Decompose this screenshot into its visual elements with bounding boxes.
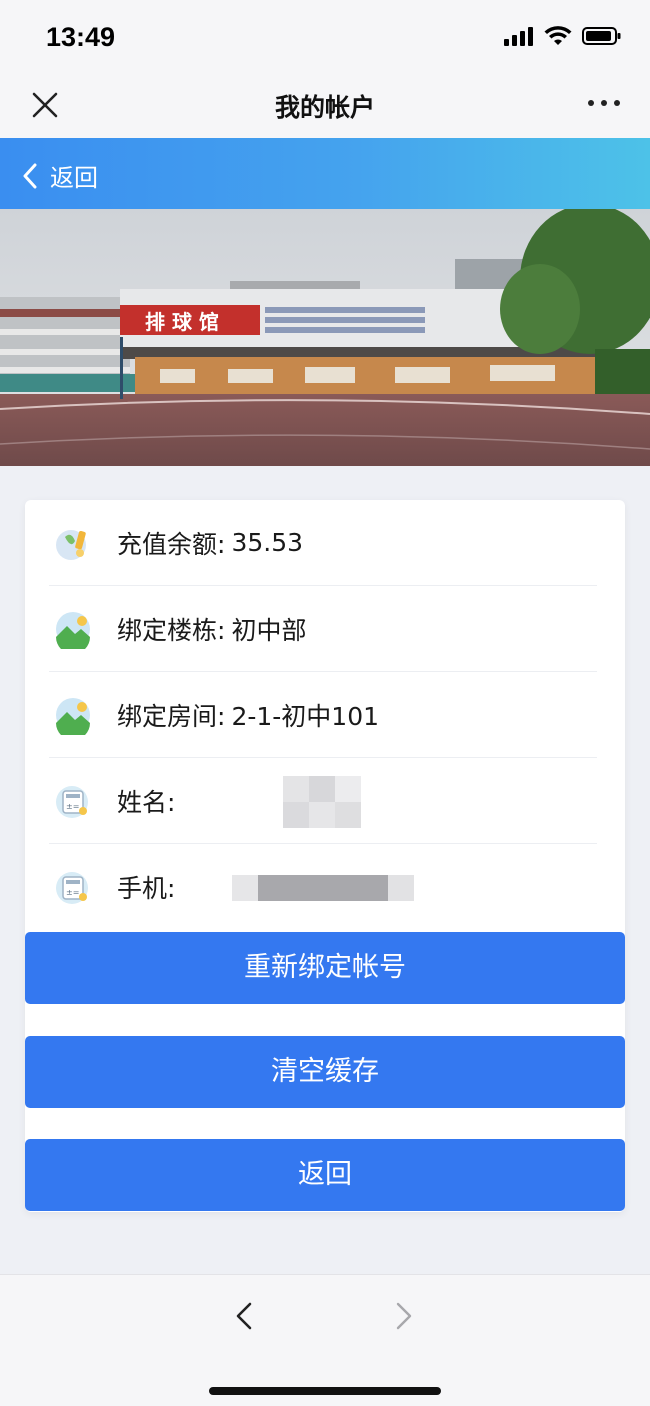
name-redacted — [283, 776, 361, 828]
chevron-left-icon — [23, 163, 37, 188]
page-title: 我的帐户 — [274, 93, 375, 122]
calculator-icon: ±= — [56, 872, 88, 904]
balance-row: 充值余额: 35.53 — [49, 500, 597, 586]
landscape-icon — [56, 697, 90, 735]
battery-icon — [582, 27, 621, 45]
browser-forward-icon[interactable] — [392, 1301, 416, 1331]
status-bar: 13:49 — [0, 0, 650, 78]
status-time: 13:49 — [46, 22, 116, 52]
building-row: 绑定楼栋: 初中部 — [49, 586, 597, 672]
more-options-icon[interactable] — [588, 100, 620, 106]
balance-label: 充值余额: — [117, 529, 226, 559]
browser-back-icon[interactable] — [232, 1301, 256, 1331]
room-value: 2-1-初中101 — [231, 701, 380, 731]
clear-cache-button[interactable]: 清空缓存 — [25, 1036, 625, 1108]
room-label: 绑定房间: — [117, 701, 226, 731]
landscape-icon — [56, 611, 90, 649]
name-row: ±= 姓名: — [49, 758, 597, 844]
back-button[interactable]: 返回 — [25, 1139, 625, 1211]
account-info-list: 充值余额: 35.53 绑定楼栋: 初中部 绑定房间: 2-1-初中101 ±=… — [49, 500, 597, 930]
status-icons — [504, 26, 622, 46]
header-back-label: 返回 — [50, 164, 98, 192]
calculator-icon: ±= — [56, 785, 88, 818]
account-card: 充值余额: 35.53 绑定楼栋: 初中部 绑定房间: 2-1-初中101 ±=… — [25, 500, 625, 1212]
phone-label: 手机: — [117, 874, 176, 903]
wifi-icon — [544, 26, 572, 45]
building-value: 初中部 — [231, 615, 307, 645]
name-label: 姓名: — [117, 787, 176, 817]
svg-text:±=: ±= — [66, 888, 79, 897]
blue-header: 返回 — [0, 138, 650, 209]
svg-text:±=: ±= — [66, 802, 79, 811]
building-label: 绑定楼栋: — [117, 615, 226, 645]
rebind-account-button[interactable]: 重新绑定帐号 — [25, 932, 625, 1004]
room-row: 绑定房间: 2-1-初中101 — [49, 672, 597, 758]
cellular-signal-icon — [504, 27, 533, 46]
browser-toolbar — [0, 1274, 650, 1406]
wallet-icon — [56, 529, 86, 560]
home-indicator — [209, 1387, 441, 1395]
phone-redacted — [232, 875, 414, 901]
balance-value: 35.53 — [231, 528, 304, 557]
header-back-link[interactable]: 返回 — [22, 158, 98, 193]
banner-sign-text: 排 球 馆 — [145, 310, 219, 334]
nav-bar: 我的帐户 — [0, 78, 650, 138]
banner-photo: 排 球 馆 — [0, 209, 650, 466]
phone-row: ±= 手机: — [49, 844, 597, 930]
